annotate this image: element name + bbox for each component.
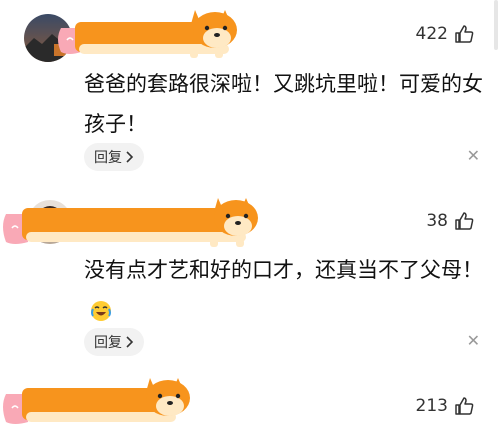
reply-label: 回复 (94, 150, 122, 166)
reply-button[interactable]: 回复 (84, 328, 144, 356)
like-count: 213 (415, 396, 448, 416)
like-count: 422 (415, 24, 448, 44)
thumbs-up-icon[interactable] (454, 396, 474, 416)
like-area[interactable]: 213 (416, 396, 474, 416)
reply-button[interactable]: 回复 (84, 143, 144, 171)
dog-sticker (58, 10, 237, 58)
scrollbar[interactable] (494, 0, 498, 50)
comment-text-content: 没有点才艺和好的口才，还真当不了父母！ (84, 258, 483, 282)
like-area[interactable]: 422 (416, 24, 474, 44)
like-area[interactable]: 38 (426, 211, 474, 231)
dog-sticker (3, 378, 190, 424)
dog-sticker (3, 198, 258, 247)
thumbs-up-icon[interactable] (454, 24, 474, 44)
laughing-crying-emoji (91, 301, 111, 321)
reply-label: 回复 (94, 335, 122, 351)
chevron-right-icon (126, 151, 134, 163)
chevron-right-icon (126, 336, 134, 348)
like-count: 38 (426, 211, 448, 231)
comment-text: 爸爸的套路很深啦！又跳坑里啦！可爱的女孩子！ (84, 72, 483, 136)
close-icon[interactable]: ✕ (467, 146, 480, 165)
thumbs-up-icon[interactable] (454, 211, 474, 231)
close-icon[interactable]: ✕ (467, 331, 480, 350)
comment-text: 没有点才艺和好的口才，还真当不了父母！ (84, 250, 484, 330)
